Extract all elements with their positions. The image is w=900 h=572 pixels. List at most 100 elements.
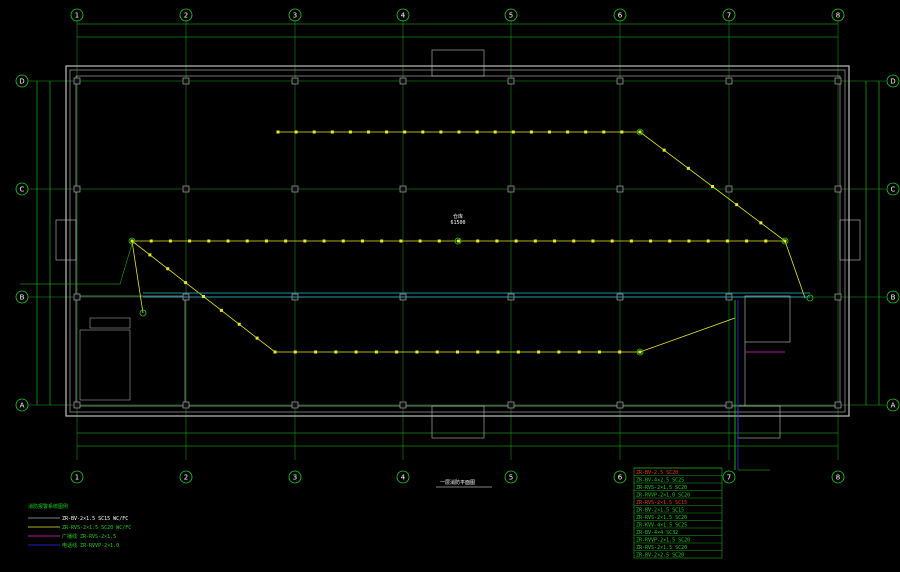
detector [273, 350, 277, 354]
detector [360, 239, 364, 243]
detector [533, 239, 537, 243]
detector [557, 350, 561, 354]
column [399, 185, 407, 193]
detector [493, 130, 497, 134]
column [834, 77, 842, 85]
axis-bubble-B: B [886, 290, 900, 304]
detector [783, 239, 787, 243]
top-dimension-lines [36, 23, 880, 447]
column [73, 185, 81, 193]
table-row: ZR-BV-4×2.5 SC25 [636, 478, 684, 484]
svg-text:3: 3 [293, 12, 297, 20]
svg-text:C: C [891, 186, 896, 194]
legend-item: ZR-BV-2×1.5 SC15 WC/FC [62, 516, 128, 522]
detector [629, 239, 633, 243]
detector [475, 130, 479, 134]
column [399, 401, 407, 409]
column [291, 77, 299, 85]
detector [495, 239, 499, 243]
detector [149, 239, 153, 243]
axis-bubble-2: 2 [179, 8, 193, 22]
table-row: ZR-RVS-2×1.5 SC20 [636, 515, 687, 521]
detector [312, 130, 316, 134]
detector [348, 130, 352, 134]
structural-columns [73, 77, 842, 409]
detector [380, 239, 384, 243]
detector [572, 239, 576, 243]
detector [421, 130, 425, 134]
detector [403, 130, 407, 134]
detector [226, 239, 230, 243]
detector [457, 239, 460, 243]
column [834, 185, 842, 193]
svg-text:2: 2 [184, 12, 188, 20]
detector [245, 239, 249, 243]
column [834, 401, 842, 409]
axis-bubble-6: 6 [613, 470, 627, 484]
legend-title: 消防报警系统图例 [28, 503, 68, 510]
axis-bubble-C: C [886, 182, 900, 196]
column [73, 401, 81, 409]
detector [330, 130, 334, 134]
column [616, 77, 624, 85]
detector [514, 239, 518, 243]
detector [374, 350, 378, 354]
detector [367, 130, 370, 134]
detector [294, 130, 298, 134]
column [725, 77, 733, 85]
svg-text:C: C [20, 186, 25, 194]
column [73, 77, 81, 85]
detector [166, 267, 170, 271]
axis-bubble-1: 1 [70, 8, 84, 22]
detector [759, 221, 763, 225]
detector [207, 239, 211, 243]
table-row: ZR-BV-2.5 SC20 [636, 470, 678, 476]
axis-bubble-A: A [886, 398, 900, 412]
detector [284, 239, 288, 243]
detector [437, 239, 441, 243]
column [291, 185, 299, 193]
detector [303, 239, 307, 243]
detector [395, 350, 399, 354]
svg-text:D: D [19, 78, 24, 86]
table-row: ZR-BV-4×4 SC32 [636, 530, 678, 536]
axis-bubble-5: 5 [504, 470, 518, 484]
axis-bubble-C: C [15, 182, 29, 196]
svg-text:4: 4 [401, 474, 406, 482]
detector [435, 350, 439, 354]
detector [735, 203, 739, 207]
detector [745, 239, 749, 243]
detector [597, 350, 601, 354]
legend-item: ZR-RVS-2×1.5 SC20 WC/FC [62, 525, 131, 531]
axis-bubble-7: 7 [722, 470, 736, 484]
detector [553, 239, 557, 243]
legend: 消防报警系统图例 ZR-BV-2×1.5 SC15 WC/FC ZR-RVS-2… [28, 503, 131, 549]
detector [602, 130, 606, 134]
column [616, 185, 624, 193]
detector [219, 308, 223, 312]
detector [188, 239, 192, 243]
detector [668, 239, 672, 243]
detector [354, 350, 358, 354]
detector [649, 239, 653, 243]
table-row: ZR-RVS-2×1.5 SC15 [636, 500, 687, 506]
column [73, 293, 81, 301]
detector [662, 148, 666, 152]
detector [399, 239, 403, 243]
detector [293, 350, 297, 354]
axis-bubble-D: D [886, 74, 900, 88]
axis-bubble-3: 3 [288, 8, 302, 22]
detector [618, 350, 622, 354]
detector [385, 130, 389, 134]
detector [764, 239, 768, 243]
table-row: ZR-RVS-2×1.5 SC20 [636, 545, 687, 551]
detector [439, 130, 443, 134]
svg-text:B: B [891, 294, 896, 302]
svg-text:6: 6 [618, 12, 623, 20]
axis-bubble-8: 8 [831, 8, 845, 22]
detector [456, 350, 459, 354]
table-row: ZR-KVV-4×1.5 SC25 [636, 523, 687, 529]
svg-text:8: 8 [836, 474, 840, 482]
column [507, 401, 515, 409]
junction [806, 294, 814, 302]
